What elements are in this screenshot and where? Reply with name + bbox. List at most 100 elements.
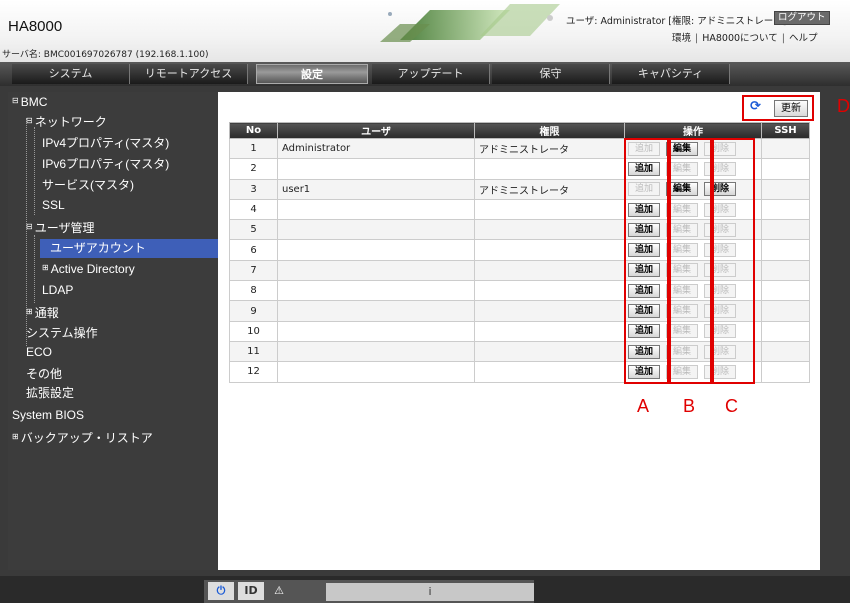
row-number: 1 [229,137,278,160]
row-number: 8 [229,280,278,302]
sidebar-item-user-management[interactable]: ⊟ ユーザ管理 [26,219,94,236]
row-number: 4 [229,198,278,221]
row-number: 5 [229,219,278,241]
row-number: 12 [229,361,278,383]
ssh-cell [761,280,810,302]
callout-b: B [683,396,696,416]
sidebar-item-eco[interactable]: ECO [26,345,52,359]
role-cell [474,300,625,322]
role-cell [474,320,625,342]
ssh-cell [761,219,810,241]
header-links: 環境 | HA8000について | ヘルプ [672,30,817,44]
sidebar-item-notification[interactable]: ⊞ 通報 [26,304,59,321]
sidebar-item-services[interactable]: サービス(マスタ) [42,176,134,193]
sidebar-item-ssl[interactable]: SSL [42,198,65,212]
tab-system[interactable]: システム [12,64,130,84]
user-name-cell [277,300,475,322]
tab-capacity[interactable]: キャパシティ [612,64,730,84]
row-number: 7 [229,259,278,282]
row-number: 3 [229,178,278,200]
role-cell [474,280,625,302]
collapse-icon[interactable]: ⊟ [12,96,19,105]
tab-maintenance[interactable]: 保守 [492,64,610,84]
role-cell [474,219,625,241]
refresh-icon[interactable]: ⟳ [750,99,761,114]
sidebar-item-user-accounts[interactable]: ユーザアカウント [40,239,218,258]
ssh-cell [761,361,810,383]
main-tab-bar: システム リモートアクセス 設定 アップデート 保守 キャパシティ [0,62,850,86]
ssh-cell [761,158,810,180]
highlight-delete-column [712,138,755,384]
expand-icon[interactable]: ⊞ [42,263,49,272]
tab-settings[interactable]: 設定 [256,64,368,84]
user-name-cell [277,280,475,302]
id-indicator[interactable]: ID [238,582,264,600]
role-cell: アドミニストレータ [474,178,625,200]
callout-c: C [725,396,738,416]
sidebar-item-system-bios[interactable]: System BIOS [12,408,84,422]
tree-connector [34,235,35,303]
user-name-cell [277,158,475,180]
role-cell [474,198,625,221]
ssh-cell [761,259,810,282]
collapse-icon[interactable]: ⊟ [26,222,33,231]
warning-icon[interactable]: ⚠ [268,582,290,600]
row-number: 6 [229,239,278,261]
sidebar-item-active-directory[interactable]: ⊞ Active Directory [42,262,135,276]
user-name-cell: Administrator [277,137,475,160]
sidebar-item-system-operation[interactable]: システム操作 [26,324,98,341]
ssh-cell [761,178,810,200]
row-number: 9 [229,300,278,322]
sidebar-item-network[interactable]: ⊟ ネットワーク [26,113,107,130]
server-name: サーバ名: BMC001697026787 (192.168.1.100) [2,50,209,60]
row-number: 11 [229,340,278,363]
help-link[interactable]: ヘルプ [789,33,818,44]
column-header-ssh: SSH [761,122,810,139]
tab-update[interactable]: アップデート [372,64,490,84]
ssh-cell [761,320,810,342]
environment-link[interactable]: 環境 [672,33,691,44]
logout-button[interactable]: ログアウト [774,11,830,25]
power-icon[interactable]: ⏻ [208,582,234,600]
collapse-icon[interactable]: ⊟ [26,116,33,125]
user-name-cell [277,361,475,383]
refresh-button[interactable]: 更新 [774,100,808,117]
role-cell [474,259,625,282]
sidebar-item-extended-settings[interactable]: 拡張設定 [26,384,74,401]
sidebar-item-bmc[interactable]: ⊟ BMC [12,95,47,109]
header: HA8000 ユーザ: Administrator [権限: アドミニストレータ… [0,0,850,62]
column-header-operations: 操作 [624,122,762,139]
tree-connector [34,127,35,215]
row-number: 2 [229,158,278,180]
user-name-cell [277,239,475,261]
user-name-cell: user1 [277,178,475,200]
sidebar-item-ipv4[interactable]: IPv4プロパティ(マスタ) [42,134,169,151]
user-name-cell [277,219,475,241]
column-header-no: No [229,122,278,139]
callout-d: D [837,96,850,116]
sidebar: ⊟ BMC ⊟ ネットワーク IPv4プロパティ(マスタ) IPv6プロパティ(マス… [8,92,218,570]
role-cell [474,361,625,383]
highlight-add-column [624,138,669,384]
sidebar-item-ldap[interactable]: LDAP [42,283,73,297]
sidebar-item-ipv6[interactable]: IPv6プロパティ(マスタ) [42,155,169,172]
ssh-cell [761,340,810,363]
expand-icon[interactable]: ⊞ [12,432,19,441]
current-user-info: ユーザ: Administrator [権限: アドミニストレータ] [566,16,787,27]
highlight-edit-column [669,138,712,384]
user-name-cell [277,198,475,221]
column-header-role: 権限 [474,122,625,139]
tab-remote-access[interactable]: リモートアクセス [130,64,248,84]
role-cell [474,158,625,180]
sidebar-item-backup-restore[interactable]: ⊞ バックアップ・リストア [12,429,153,446]
sidebar-item-other[interactable]: その他 [26,365,62,382]
ssh-cell [761,300,810,322]
about-link[interactable]: HA8000について [702,33,778,44]
ssh-cell [761,239,810,261]
column-header-user: ユーザ [277,122,475,139]
expand-icon[interactable]: ⊞ [26,307,33,316]
role-cell [474,340,625,363]
table-header-row: No ユーザ 権限 操作 SSH [229,122,810,139]
user-name-cell [277,340,475,363]
row-number: 10 [229,320,278,342]
